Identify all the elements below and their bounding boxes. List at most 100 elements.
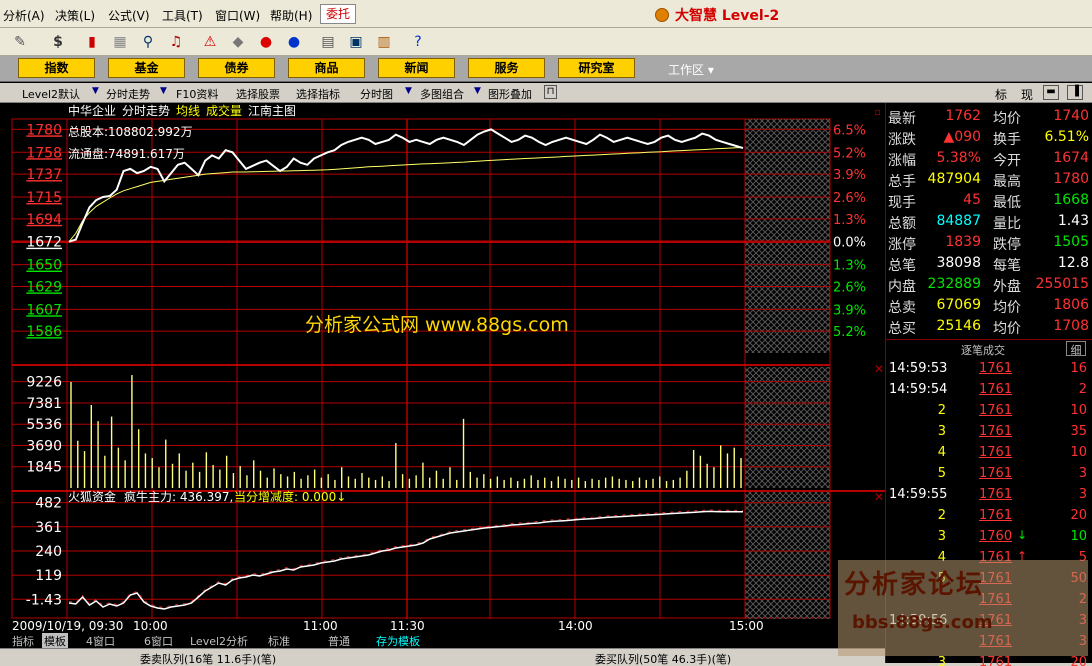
quote-value: 1505	[1053, 234, 1089, 250]
watermark-title: 分析家论坛	[844, 570, 985, 600]
menu-tools[interactable]: 工具(T)	[162, 7, 203, 24]
price-tick: 1715	[26, 190, 62, 206]
nav-service-button[interactable]: 服务	[468, 58, 545, 78]
window-icon[interactable]: ▣	[346, 32, 366, 52]
books-icon[interactable]: ▥	[374, 32, 394, 52]
nav-bond-button[interactable]: 债券	[198, 58, 275, 78]
sub-select-indicator[interactable]: 选择指标	[296, 86, 340, 102]
quote-value: 255015	[1035, 276, 1089, 292]
volume-tick: 7381	[26, 396, 62, 412]
tick-row: 14:59:55 1761 3	[886, 485, 1092, 506]
menu-help[interactable]: 帮助(H)	[270, 7, 312, 24]
tick-row: 14:59:54 1761 2	[886, 380, 1092, 401]
indicator-line	[68, 510, 743, 610]
collapse-icon: ▫	[874, 107, 881, 118]
nav-news-button[interactable]: 新闻	[378, 58, 455, 78]
minimize-icon[interactable]: ▬	[1043, 85, 1059, 100]
sub-select-stock[interactable]: 选择股票	[236, 86, 280, 102]
avg-price-line	[68, 147, 744, 243]
x-tick: 10:00	[133, 619, 168, 633]
tick-time: 14:59:54	[889, 382, 948, 397]
tick-volume: 2	[1078, 382, 1087, 397]
chevron-down-icon[interactable]: ▼	[92, 86, 99, 96]
diamond-icon[interactable]: ◆	[228, 32, 248, 52]
tab-6-window[interactable]: 6窗口	[144, 633, 173, 649]
toolbar: ✎ $ ▮ ▦ ⚲ ♫ ⚠ ◆ ● ● ▤ ▣ ▥ ?	[0, 28, 1092, 56]
pct-tick: 2.6%	[833, 280, 866, 295]
tick-volume: 20	[1070, 508, 1087, 523]
float-shares: 流通盘:74891.617万	[68, 146, 185, 161]
menu-window[interactable]: 窗口(W)	[215, 7, 260, 24]
avg-legend: 均线	[176, 104, 200, 118]
indicator-tick: 361	[35, 520, 62, 536]
blue-circle-icon[interactable]: ●	[284, 32, 304, 52]
quote-label: 跌停	[993, 237, 1021, 253]
price-tick: 1607	[26, 302, 62, 318]
pct-tick: 2.6%	[833, 191, 866, 206]
tab-quote[interactable]: 标	[995, 86, 1007, 103]
pct-tick: 3.9%	[833, 303, 866, 318]
tick-time: 14:59:55	[889, 487, 948, 502]
quote-label: 总笔	[888, 258, 916, 274]
tick-row: 3 1761 35	[886, 422, 1092, 443]
quote-value: 1674	[1053, 150, 1089, 166]
collapse-icon[interactable]: ▐	[1067, 85, 1083, 100]
menu-decision[interactable]: 决策(L)	[55, 7, 95, 24]
nav-index-button[interactable]: 指数	[18, 58, 95, 78]
help-cursor-icon[interactable]: ?	[408, 32, 428, 52]
alert-icon[interactable]: ⚠	[200, 32, 220, 52]
chevron-down-icon: ▾	[707, 63, 714, 77]
workspace-dropdown[interactable]: 工作区 ▾	[668, 61, 714, 78]
lock-icon[interactable]: ⊓	[544, 85, 557, 99]
chevron-down-icon[interactable]: ▼	[160, 86, 167, 96]
tab-4-window[interactable]: 4窗口	[86, 633, 115, 649]
watermark-text: 分析家公式网 www.88gs.com	[305, 314, 569, 336]
tick-seq: 2	[937, 508, 946, 523]
chevron-down-icon[interactable]: ▼	[405, 86, 412, 96]
ruler-icon[interactable]: ✎	[10, 32, 30, 52]
sub-overlay[interactable]: 图形叠加	[488, 86, 532, 102]
chevron-down-icon[interactable]: ▼	[474, 86, 481, 96]
intraday-chart[interactable]: 1780 6.5% 1758 5.2% 1737 3.9% 1715 2.6% 1694 1.3%…	[0, 103, 885, 619]
indicator-tick: 119	[35, 568, 62, 584]
tab-template[interactable]: 模板	[42, 633, 68, 649]
tab-now[interactable]: 现	[1021, 86, 1033, 103]
workspace-label: 工作区	[668, 63, 705, 77]
tab-save-template[interactable]: 存为模板	[376, 633, 420, 649]
tab-standard[interactable]: 标准	[268, 633, 290, 649]
quote-value: 84887	[936, 213, 981, 229]
tab-indicator[interactable]: 指标	[12, 633, 34, 649]
trade-button[interactable]: 委托	[320, 4, 356, 24]
menu-formula[interactable]: 公式(V)	[108, 7, 150, 24]
nav-fund-button[interactable]: 基金	[108, 58, 185, 78]
quote-label: 总额	[888, 216, 916, 232]
nav-commodity-button[interactable]: 商品	[288, 58, 365, 78]
after-hours-area	[745, 367, 830, 488]
vol-legend: 成交量	[206, 103, 242, 118]
sub-multi-chart[interactable]: 多图组合	[420, 86, 464, 102]
close-icon: ✕	[874, 490, 884, 504]
x-tick: 14:00	[558, 619, 593, 633]
sub-f10[interactable]: F10资料	[176, 86, 218, 102]
sub-intraday-chart[interactable]: 分时图	[360, 86, 393, 102]
ticks-detail-tab[interactable]: 细	[1066, 341, 1086, 357]
tab-normal[interactable]: 普通	[328, 633, 350, 649]
red-circle-icon[interactable]: ●	[256, 32, 276, 52]
grid-icon[interactable]: ▦	[110, 32, 130, 52]
menu-analysis[interactable]: 分析(A)	[3, 7, 45, 24]
clipboard-icon[interactable]: ▤	[318, 32, 338, 52]
tick-volume: 10	[1070, 445, 1087, 460]
sub-intraday[interactable]: 分时走势	[106, 86, 150, 102]
dollar-icon[interactable]: $	[48, 32, 68, 52]
bell-icon[interactable]: ♫	[166, 32, 186, 52]
pct-tick: 3.9%	[833, 168, 866, 183]
binoculars-icon[interactable]: ⚲	[138, 32, 158, 52]
tab-level2-analysis[interactable]: Level2分析	[190, 633, 248, 649]
quote-row: 总额 84887 量比 1.43	[886, 211, 1092, 232]
quote-label: 最高	[993, 174, 1021, 190]
price-tick: 1780	[26, 122, 62, 138]
color-bars-icon[interactable]: ▮	[82, 32, 102, 52]
nav-bar: 指数 基金 债券 商品 新闻 服务 研究室 工作区 ▾	[0, 56, 1092, 82]
sub-level2-default[interactable]: Level2默认	[22, 86, 80, 102]
nav-research-button[interactable]: 研究室	[558, 58, 635, 78]
